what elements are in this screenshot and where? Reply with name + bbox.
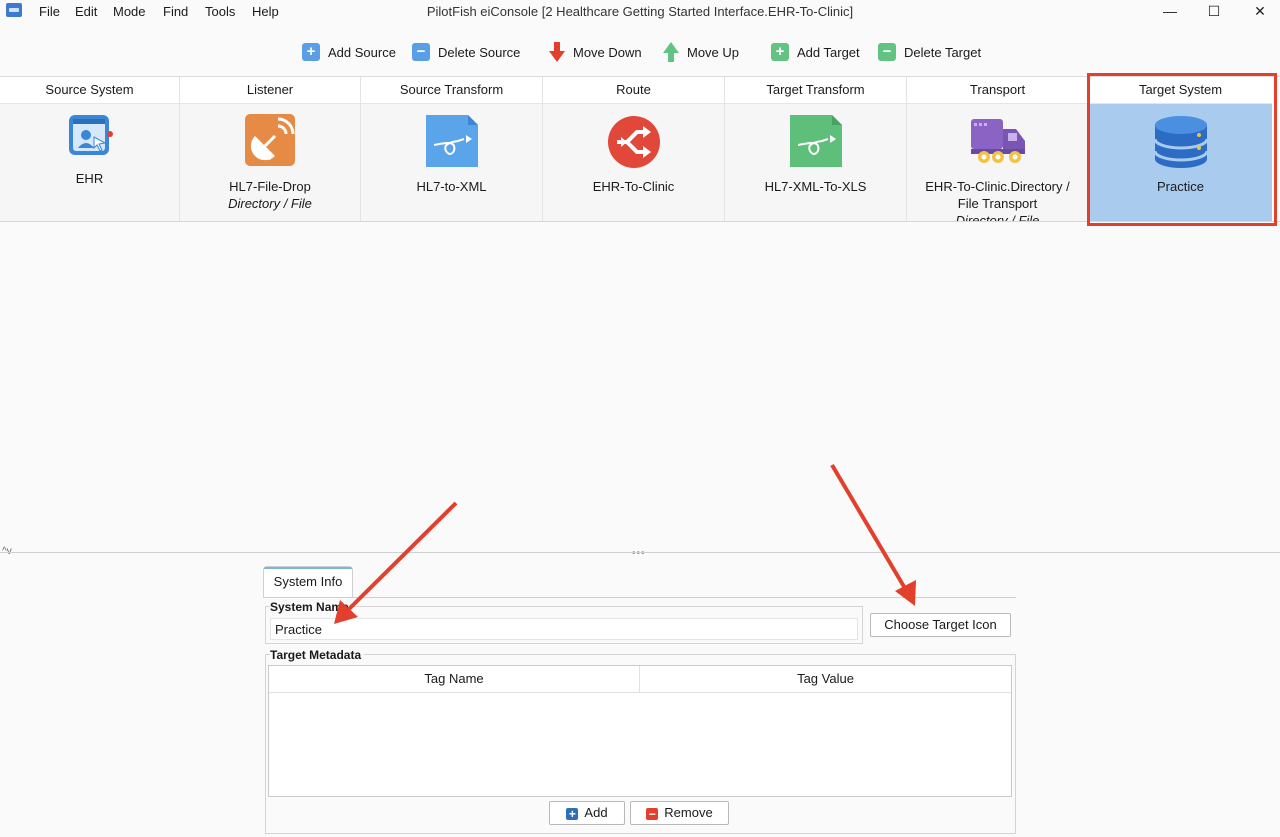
splitter-handle[interactable]: ••• — [632, 548, 646, 559]
stage-target-transform[interactable]: Target Transform HL7-XML-To-XLS — [725, 77, 907, 221]
stage-header: Transport — [907, 77, 1088, 104]
delete-target-button[interactable]: − Delete Target — [878, 41, 981, 63]
system-name-input[interactable]: Practice — [270, 618, 858, 640]
tab-system-info[interactable]: System Info — [263, 566, 353, 598]
move-up-button[interactable]: Move Up — [663, 41, 739, 63]
stage-source-system[interactable]: Source System EHR — [0, 77, 180, 221]
plus-icon: + — [566, 808, 579, 820]
maximize-button[interactable]: ☐ — [1194, 0, 1234, 22]
arrow-down-icon — [549, 42, 565, 62]
column-header-tag-name[interactable]: Tag Name — [269, 666, 640, 693]
stage-sublabel: Directory / File — [955, 213, 1040, 221]
system-name-label: System Name — [270, 600, 352, 614]
delete-source-button[interactable]: − Delete Source — [412, 41, 520, 63]
stage-transport[interactable]: Transport EHR-To-Clinic.Directory / File… — [907, 77, 1089, 221]
add-target-button[interactable]: + Add Target — [771, 41, 860, 63]
minus-icon: − — [646, 808, 659, 820]
stage-sublabel: Directory / File — [228, 196, 312, 211]
plus-icon: + — [302, 43, 320, 61]
add-target-label: Add Target — [797, 44, 860, 60]
metadata-table[interactable]: Tag Name Tag Value — [268, 665, 1012, 797]
column-header-tag-value[interactable]: Tag Value — [640, 666, 1011, 693]
stage-label: HL7-XML-To-XLS — [764, 179, 867, 194]
remove-button-label: Remove — [664, 805, 713, 820]
title-bar: File Edit Mode Find Tools Help PilotFish… — [0, 0, 1280, 22]
plus-icon: + — [771, 43, 789, 61]
selection-highlight — [1087, 73, 1277, 226]
stage-header: Listener — [180, 77, 360, 104]
add-button[interactable]: + Add — [549, 801, 625, 825]
move-down-button[interactable]: Move Down — [549, 41, 642, 63]
move-down-label: Move Down — [573, 44, 642, 60]
satellite-dish-icon — [245, 114, 295, 166]
stage-route[interactable]: Route EHR-To-Clinic — [543, 77, 725, 221]
delete-target-label: Delete Target — [904, 44, 982, 60]
stage-header: Target Transform — [725, 77, 906, 104]
delete-source-label: Delete Source — [438, 44, 521, 60]
add-button-label: Add — [584, 805, 608, 820]
stage-header: Source Transform — [361, 77, 542, 104]
stage-header: Source System — [0, 77, 179, 104]
minus-icon: − — [412, 43, 430, 61]
arrow-up-icon — [663, 42, 679, 62]
target-metadata-label: Target Metadata — [270, 648, 365, 662]
remove-button[interactable]: − Remove — [630, 801, 729, 825]
stage-label: EHR — [75, 171, 104, 186]
minus-icon: − — [878, 43, 896, 61]
window-title: PilotFish eiConsole [2 Healthcare Gettin… — [426, 4, 854, 19]
choose-target-icon-button[interactable]: Choose Target Icon — [870, 613, 1011, 637]
stage-label: HL7-to-XML — [416, 179, 487, 194]
stage-header: Route — [543, 77, 724, 104]
close-button[interactable]: ✕ — [1240, 0, 1280, 22]
stage-label: EHR-To-Clinic.Directory / File Transport — [925, 179, 1070, 211]
stage-label: HL7-File-Drop — [229, 179, 311, 194]
stage-label: EHR-To-Clinic — [592, 179, 675, 194]
transform-document-icon — [425, 115, 478, 167]
system-user-icon — [68, 115, 113, 155]
minimize-button[interactable]: — — [1150, 0, 1190, 22]
delivery-truck-icon — [970, 119, 1025, 163]
route-shuffle-icon — [607, 116, 660, 168]
annotation-arrow-choose-icon — [830, 463, 916, 606]
move-up-label: Move Up — [687, 44, 740, 60]
add-source-button[interactable]: + Add Source — [302, 41, 396, 63]
stage-source-transform[interactable]: Source Transform HL7-to-XML — [361, 77, 543, 221]
splitter-line[interactable] — [0, 552, 1280, 553]
stage-listener[interactable]: Listener HL7-File-Drop Directory / File — [180, 77, 361, 221]
transform-document-icon — [789, 115, 842, 167]
add-source-label: Add Source — [328, 44, 396, 60]
